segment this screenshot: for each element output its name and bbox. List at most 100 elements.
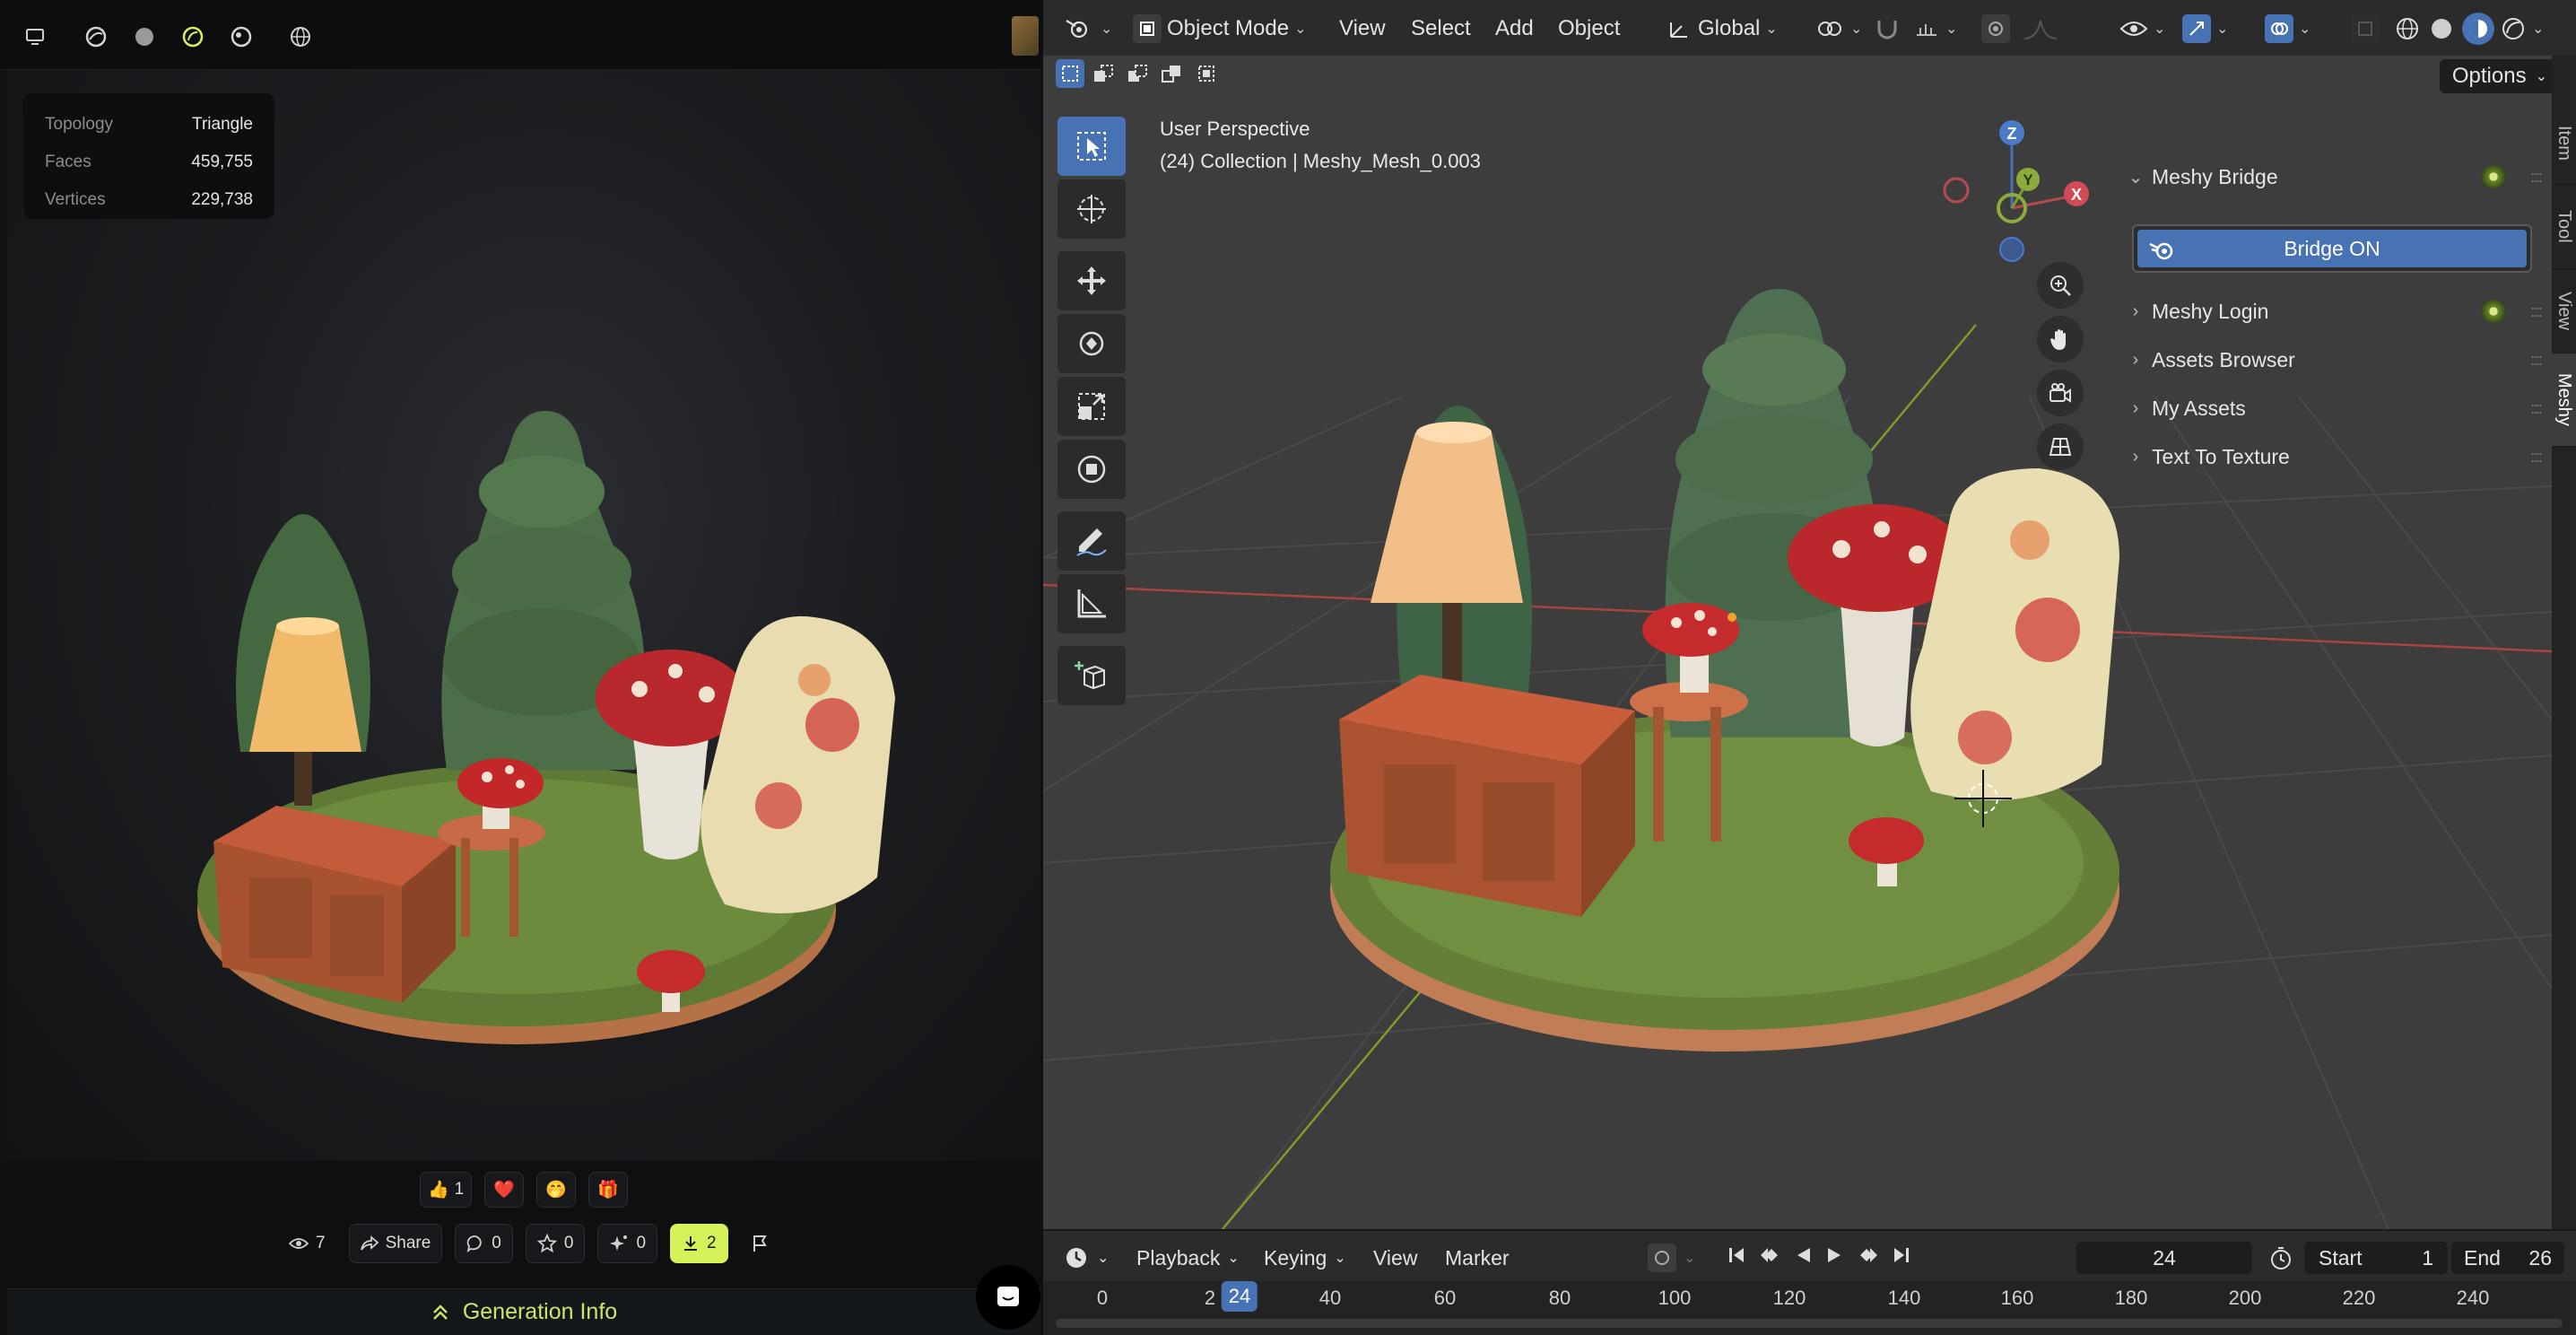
next-keyframe-icon[interactable]: [1856, 1245, 1879, 1270]
mode-selector[interactable]: Object Mode ⌄: [1133, 13, 1306, 45]
neg-x-axis-handle[interactable]: [1943, 177, 1970, 204]
section-text-to-texture[interactable]: › Text To Texture ::::: [2119, 434, 2543, 479]
drag-handle-icon[interactable]: ::::: [2530, 168, 2543, 187]
select-invert-icon[interactable]: [1158, 59, 1187, 88]
keying-label: Keying: [1264, 1245, 1327, 1270]
gizmo-toggle[interactable]: ⌄: [2182, 13, 2228, 45]
matcap-mode-icon[interactable]: [226, 22, 257, 52]
solid-mode-icon[interactable]: [129, 22, 160, 52]
timeline-editor-type[interactable]: ⌄: [1063, 1242, 1109, 1274]
xray-toggle[interactable]: [2351, 13, 2380, 45]
chat-support-button[interactable]: [976, 1265, 1040, 1330]
tab-meshy[interactable]: Meshy: [2552, 353, 2576, 447]
menu-view[interactable]: View: [1339, 13, 1386, 45]
remix-button[interactable]: 0: [597, 1224, 658, 1263]
menu-select[interactable]: Select: [1411, 13, 1471, 45]
neg-z-axis-handle[interactable]: [1999, 237, 2024, 262]
snap-toggle[interactable]: [1874, 13, 1901, 45]
select-extend-icon[interactable]: [1090, 59, 1118, 88]
rotate-tool[interactable]: [1057, 314, 1126, 373]
menu-timeline-view[interactable]: View: [1373, 1242, 1417, 1274]
zoom-view-button[interactable]: [2037, 262, 2084, 309]
auto-keying-toggle[interactable]: ⌄: [1648, 1242, 1695, 1274]
render-mode-icon[interactable]: [81, 22, 111, 52]
pivot-point-menu[interactable]: ⌄: [1815, 13, 1862, 45]
drag-handle-icon[interactable]: ::::: [2530, 399, 2543, 418]
section-meshy-login[interactable]: › Meshy Login ::::: [2119, 289, 2543, 334]
falloff-menu[interactable]: [2023, 13, 2062, 45]
report-button[interactable]: [741, 1224, 779, 1263]
menu-add[interactable]: Add: [1495, 13, 1534, 45]
transform-tool[interactable]: [1057, 440, 1126, 499]
end-frame-field[interactable]: End 26: [2451, 1242, 2564, 1274]
tab-tool[interactable]: Tool: [2552, 185, 2576, 269]
add-cube-tool[interactable]: [1057, 646, 1126, 705]
drag-handle-icon[interactable]: ::::: [2530, 448, 2543, 467]
tab-view[interactable]: View: [2552, 269, 2576, 353]
download-button[interactable]: 2: [670, 1224, 728, 1263]
drag-handle-icon[interactable]: ::::: [2530, 302, 2543, 321]
model-thumbnail[interactable]: [1012, 16, 1039, 56]
select-new-icon[interactable]: [1056, 59, 1084, 88]
overlays-toggle[interactable]: ⌄: [2265, 13, 2311, 45]
pan-view-button[interactable]: [2037, 316, 2084, 362]
current-frame-indicator[interactable]: 24: [1221, 1281, 1258, 1312]
navigation-gizmo[interactable]: Z X Y: [1940, 115, 2110, 276]
annotate-tool[interactable]: [1057, 511, 1126, 571]
timeline-scrollbar[interactable]: [1056, 1319, 2563, 1328]
generation-info-toggle[interactable]: Generation Info: [7, 1288, 1040, 1335]
transform-orientation[interactable]: Global ⌄: [1666, 13, 1778, 45]
current-frame-field[interactable]: 24: [2076, 1242, 2252, 1274]
falloff-icon: [2023, 20, 2058, 39]
drag-handle-icon[interactable]: ::::: [2530, 351, 2543, 370]
gift-reaction[interactable]: 🎁: [588, 1172, 629, 1208]
section-my-assets[interactable]: › My Assets ::::: [2119, 386, 2543, 431]
move-tool[interactable]: [1057, 251, 1126, 310]
editor-type-menu[interactable]: ⌄: [1065, 13, 1112, 45]
start-frame-field[interactable]: Start 1: [2304, 1242, 2448, 1274]
measure-tool[interactable]: [1057, 574, 1126, 633]
model-preview-canvas[interactable]: [7, 70, 1040, 1161]
texture-mode-icon[interactable]: [178, 22, 208, 52]
menu-marker[interactable]: Marker: [1445, 1242, 1510, 1274]
options-dropdown[interactable]: Options ⌄: [2439, 59, 2560, 93]
cursor-tool[interactable]: [1057, 179, 1126, 239]
comments-button[interactable]: 0: [455, 1224, 513, 1263]
shading-material[interactable]: [2462, 13, 2494, 45]
select-box-tool[interactable]: [1057, 117, 1126, 176]
share-label: Share: [385, 1234, 431, 1252]
thumbs-up-reaction[interactable]: 👍 1: [420, 1172, 473, 1208]
wireframe-icon[interactable]: [285, 22, 316, 52]
proportional-edit-toggle[interactable]: [1981, 13, 2010, 45]
tab-item[interactable]: Item: [2552, 102, 2576, 185]
monitor-icon[interactable]: [20, 22, 50, 52]
visibility-menu[interactable]: ⌄: [2119, 13, 2165, 45]
smile-reaction[interactable]: 🤭: [536, 1172, 577, 1208]
use-preview-range-toggle[interactable]: [2268, 1242, 2293, 1274]
play-icon[interactable]: [1825, 1245, 1843, 1270]
bridge-toggle-button[interactable]: Bridge ON: [2132, 224, 2532, 273]
section-assets-browser[interactable]: › Assets Browser ::::: [2119, 337, 2543, 382]
star-button[interactable]: 0: [525, 1224, 586, 1263]
select-intersect-icon[interactable]: [1192, 59, 1221, 88]
jump-end-icon[interactable]: [1892, 1245, 1911, 1270]
menu-object[interactable]: Object: [1558, 13, 1620, 45]
3d-viewport[interactable]: User Perspective (24) Collection | Meshy…: [1043, 56, 2552, 1229]
perspective-toggle-button[interactable]: [2037, 423, 2084, 470]
prev-keyframe-icon[interactable]: [1759, 1245, 1782, 1270]
scale-tool[interactable]: [1057, 377, 1126, 436]
meshy-bridge-header[interactable]: ⌄ Meshy Bridge ::::: [2119, 154, 2543, 199]
share-button[interactable]: Share: [348, 1224, 443, 1263]
play-reverse-icon[interactable]: [1795, 1245, 1813, 1270]
menu-keying[interactable]: Keying ⌄: [1264, 1242, 1346, 1274]
heart-reaction[interactable]: ❤️: [484, 1172, 525, 1208]
shading-rendered[interactable]: ⌄: [2500, 13, 2544, 45]
shading-solid[interactable]: [2428, 13, 2455, 45]
jump-start-icon[interactable]: [1727, 1245, 1746, 1270]
select-subtract-icon[interactable]: [1124, 59, 1153, 88]
timeline-ruler[interactable]: 0 2 40 60 80 100 120 140 160 180 200 220…: [1043, 1281, 2576, 1335]
camera-view-button[interactable]: [2037, 370, 2084, 416]
menu-playback[interactable]: Playback ⌄: [1136, 1242, 1240, 1274]
snap-target-menu[interactable]: ⌄: [1913, 13, 1957, 45]
shading-wireframe[interactable]: [2394, 13, 2421, 45]
